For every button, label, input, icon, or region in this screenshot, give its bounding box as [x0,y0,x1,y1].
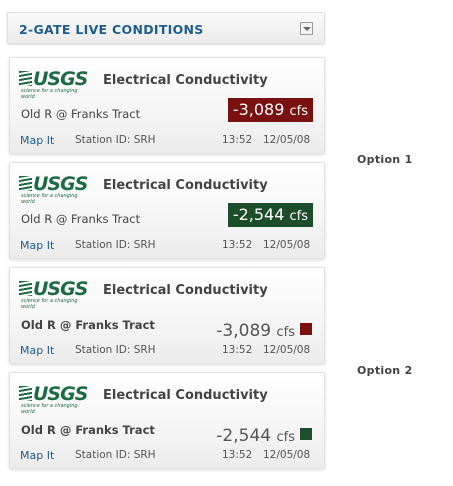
value-text: -2,544 [232,205,285,224]
unit-text: cfs [289,209,309,224]
value-text: -3,089 [232,100,285,119]
site-name: Old R @ Franks Tract [21,212,141,226]
measure-label: Electrical Conductivity [103,73,268,88]
measure-label: Electrical Conductivity [103,178,268,193]
measure-label: Electrical Conductivity [103,388,268,403]
reading-time: 13:52 [222,344,253,356]
unit-text: cfs [289,104,309,119]
widget-header: 2-GATE LIVE CONDITIONS [7,12,325,44]
reading-time: 13:52 [222,449,253,461]
status-swatch [300,428,312,440]
reading-date: 12/05/08 [263,344,311,356]
map-it-link[interactable]: Map It [20,449,54,462]
map-it-link[interactable]: Map It [20,344,54,357]
map-it-link[interactable]: Map It [20,134,54,147]
value-readout: -3,089 cfs [216,321,295,341]
usgs-logo: USGS science for a changing world [19,68,88,100]
usgs-logo: USGS science for a changing world [19,383,88,415]
map-it-link[interactable]: Map It [20,239,54,252]
widget-title: 2-GATE LIVE CONDITIONS [19,22,204,37]
conditions-card: USGS science for a changing world Electr… [9,162,325,259]
unit-text: cfs [276,325,296,340]
reading-date: 12/05/08 [263,134,311,146]
value-badge: -3,089 cfs [227,98,313,122]
usgs-logo: USGS science for a changing world [19,173,88,205]
measure-label: Electrical Conductivity [103,283,268,298]
dropdown-toggle-icon[interactable] [300,22,313,35]
reading-time: 13:52 [222,239,253,251]
station-id: Station ID: SRH [75,344,156,356]
option-label: Option 1 [357,153,413,166]
station-id: Station ID: SRH [75,449,156,461]
conditions-card: USGS science for a changing world Electr… [9,267,325,364]
status-swatch [300,323,312,335]
site-name: Old R @ Franks Tract [21,423,155,437]
site-name: Old R @ Franks Tract [21,107,141,121]
value-text: -3,089 [216,321,272,341]
site-name: Old R @ Franks Tract [21,318,155,332]
value-text: -2,544 [216,426,272,446]
usgs-logo: USGS science for a changing world [19,278,88,310]
value-readout: -2,544 cfs [216,426,295,446]
station-id: Station ID: SRH [75,239,156,251]
conditions-card: USGS science for a changing world Electr… [9,57,325,154]
reading-date: 12/05/08 [263,239,311,251]
reading-time: 13:52 [222,134,253,146]
value-badge: -2,544 cfs [227,203,313,227]
unit-text: cfs [276,430,296,445]
conditions-card: USGS science for a changing world Electr… [9,372,325,469]
reading-date: 12/05/08 [263,449,311,461]
station-id: Station ID: SRH [75,134,156,146]
option-label: Option 2 [357,364,413,377]
